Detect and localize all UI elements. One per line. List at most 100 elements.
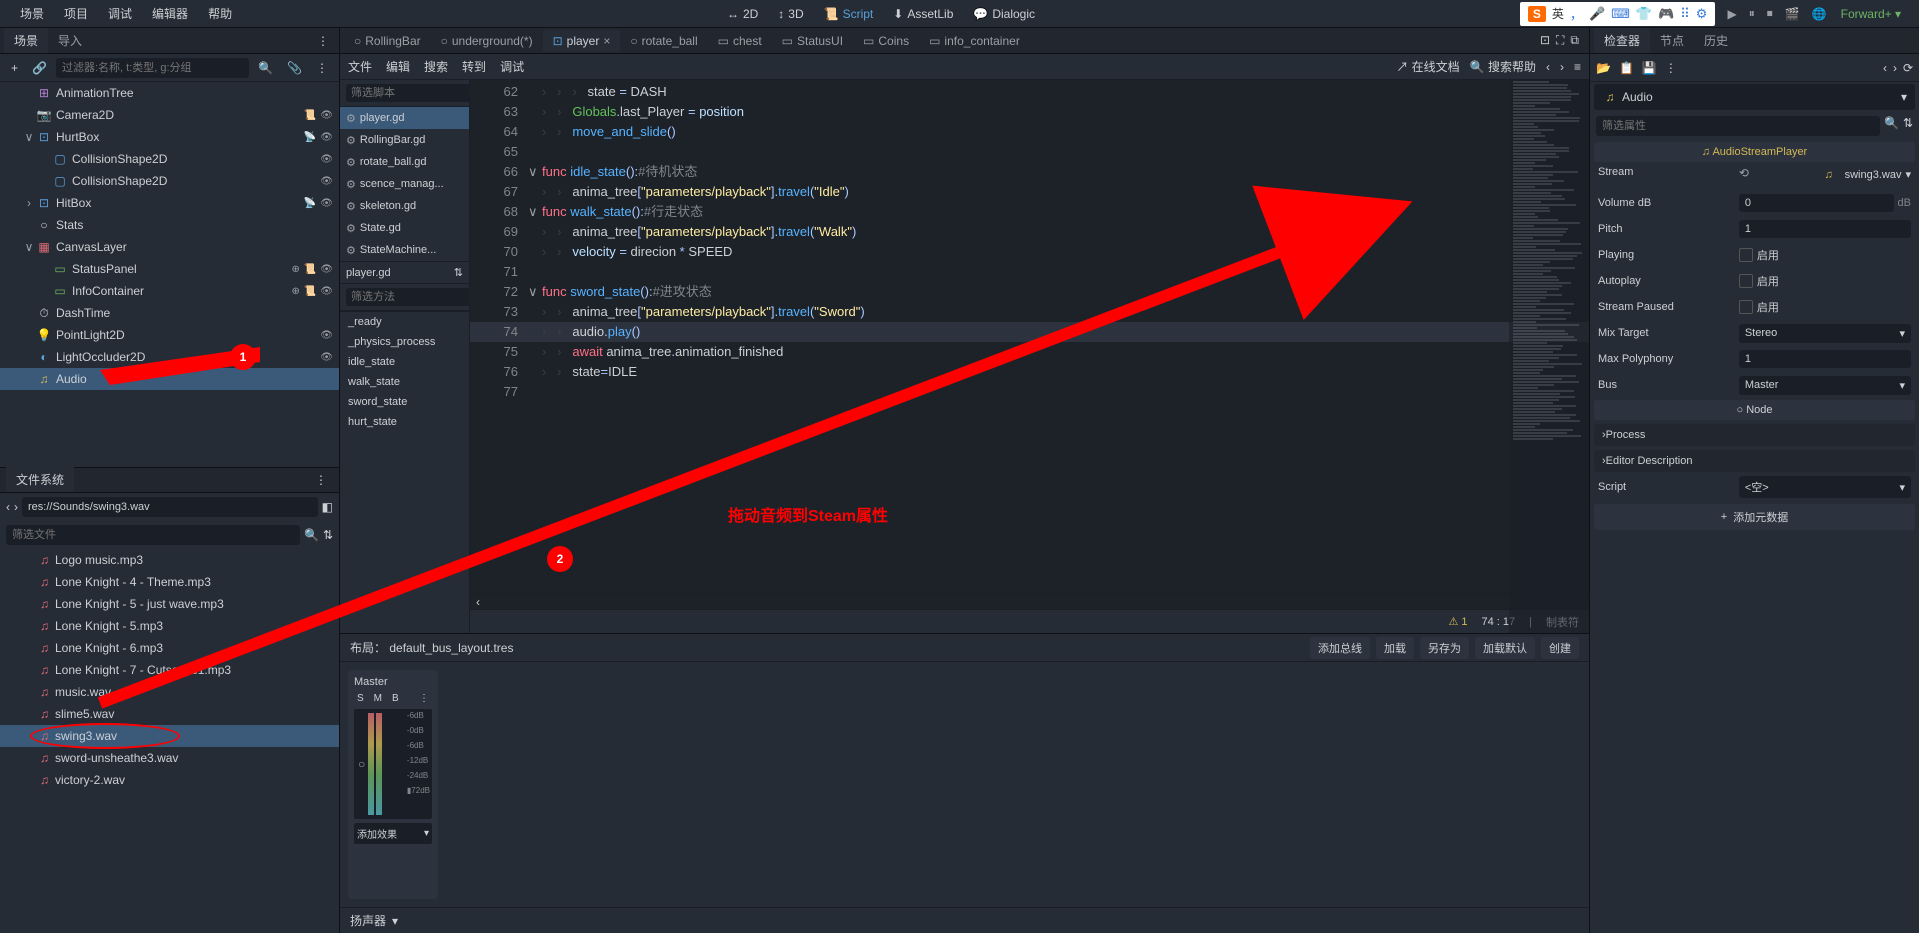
script-menu-edit[interactable]: 编辑 [386,58,410,75]
method-item[interactable]: _ready [340,312,469,332]
code-line[interactable]: 65 [470,142,1589,162]
file-row[interactable]: ♫Lone Knight - 6.mp3 [0,637,339,659]
more-icon[interactable]: ⋮ [311,58,333,78]
history-icon[interactable]: ⟳ [1903,61,1913,75]
tab-import[interactable]: 导入 [48,28,92,53]
play-button[interactable]: ▶ [1721,3,1742,25]
tree-node[interactable]: ⊞ AnimationTree [0,82,339,104]
collapse-editor-desc[interactable]: › Editor Description [1594,450,1915,472]
code-line[interactable]: 76› › state=IDLE [470,362,1589,382]
pause-button[interactable]: ⏸ [1743,2,1761,25]
code-line[interactable]: 68∨func walk_state():#行走状态 [470,202,1589,222]
file-row[interactable]: ♫Lone Knight - 7 - Cutscene1.mp3 [0,659,339,681]
reset-icon[interactable]: ⟲ [1739,166,1749,180]
load-default-button[interactable]: 加载默认 [1475,637,1535,659]
remote-button[interactable]: 🌐 [1806,3,1833,25]
inspector-filter-input[interactable] [1596,116,1880,136]
open-tab[interactable]: ▭Coins [853,30,919,52]
fs-forward-icon[interactable]: › [14,500,18,514]
bus-master[interactable]: Master S M B ⋮ ○ -6dB-0dB-6dB -12dB-24dB… [348,670,438,899]
code-line[interactable]: 64› › move_and_slide() [470,122,1589,142]
script-item[interactable]: ⚙RollingBar.gd [340,129,469,151]
script-item[interactable]: ⚙rotate_ball.gd [340,151,469,173]
open-tab[interactable]: ○underground(*) [431,30,543,52]
ime-widget[interactable]: S 英 ， 🎤 ⌨ 👕 🎮 ⠿ ⚙ [1520,2,1716,26]
inspector-breadcrumb[interactable]: ♫ Audio ▾ [1594,84,1915,110]
checkbox[interactable] [1739,300,1753,314]
open-tab[interactable]: ▭chest [708,30,772,52]
open-tab[interactable]: ○rotate_ball [620,30,707,52]
script-item[interactable]: ⚙StateMachine... [340,239,469,261]
load-bus-button[interactable]: 加载 [1376,637,1414,659]
tab-scene[interactable]: 场景 [4,28,48,53]
chevron-down-icon[interactable]: ▾ [392,914,398,928]
tree-node[interactable]: ▭ StatusPanel ⊕📜👁 [0,258,339,280]
file-row[interactable]: ♫sword-unsheathe3.wav [0,747,339,769]
method-item[interactable]: hurt_state [340,412,469,432]
expand-icon[interactable]: ⛶ [1556,33,1564,48]
tree-node[interactable]: ∨ ▦ CanvasLayer [0,236,339,258]
history-back-icon[interactable]: ‹ [1883,61,1887,75]
fs-toggle-icon[interactable]: ◧ [322,500,333,514]
fs-back-icon[interactable]: ‹ [6,500,10,514]
method-item[interactable]: _physics_process [340,332,469,352]
fs-menu-icon[interactable]: ⋮ [309,469,333,491]
search-icon[interactable]: 🔍 [253,58,278,78]
open-tab[interactable]: ○RollingBar [344,30,431,52]
checkbox[interactable] [1739,274,1753,288]
script-item[interactable]: ⚙skeleton.gd [340,195,469,217]
minimap[interactable] [1509,80,1589,633]
method-item[interactable]: walk_state [340,372,469,392]
sort-icon[interactable]: ⇅ [1903,116,1913,136]
tree-node[interactable]: ⏱ DashTime [0,302,339,324]
copy-icon[interactable]: 📋 [1619,61,1634,75]
create-bus-button[interactable]: 创建 [1541,637,1579,659]
save-icon[interactable]: 💾 [1642,61,1657,75]
tab-history[interactable]: 历史 [1694,28,1738,53]
code-line[interactable]: 66∨func idle_state():#待机状态 [470,162,1589,182]
open-tab[interactable]: ▭info_container [919,30,1030,52]
search-help-button[interactable]: 🔍 搜索帮助 [1470,58,1536,75]
search-icon[interactable]: 🔍 [1884,116,1899,136]
file-row[interactable]: ♫music.wav [0,681,339,703]
tree-node[interactable]: 📷 Camera2D 📜👁 [0,104,339,126]
warning-count[interactable]: ⚠ 1 [1448,615,1467,628]
collapse-process[interactable]: › Process [1594,424,1915,446]
open-tab[interactable]: ▭StatusUI [772,30,853,52]
tree-node[interactable]: ◐ LightOccluder2D 👁 [0,346,339,368]
script-item[interactable]: ⚙State.gd [340,217,469,239]
tab-inspector[interactable]: 检查器 [1594,28,1650,53]
panel-toggle-icon[interactable]: ≡ [1574,60,1581,74]
panel-menu-icon[interactable]: ⋮ [311,30,335,52]
code-line[interactable]: 71 [470,262,1589,282]
stop-button[interactable]: ⏹ [1761,2,1779,25]
tree-node[interactable]: › ⊡ HitBox 📡👁 [0,192,339,214]
file-row[interactable]: ♫Lone Knight - 5 - just wave.mp3 [0,593,339,615]
tree-node[interactable]: ○ Stats [0,214,339,236]
link-icon[interactable]: 🔗 [27,58,52,78]
script-item[interactable]: ⚙player.gd [340,107,469,129]
open-icon[interactable]: 📂 [1596,61,1611,75]
current-script[interactable]: player.gd⇅ [340,261,469,283]
saveas-bus-button[interactable]: 另存为 [1420,637,1469,659]
play-scene-button[interactable]: 🎬 [1779,3,1806,25]
mode-3d[interactable]: ↕3D [768,3,813,25]
code-line[interactable]: 67› › anima_tree["parameters/playback"].… [470,182,1589,202]
code-editor[interactable]: 62› › › state = DASH63› › Globals.last_P… [470,80,1589,633]
tree-node[interactable]: 💡 PointLight2D 👁 [0,324,339,346]
file-row[interactable]: ♫Logo music.mp3 [0,549,339,571]
float-icon[interactable]: ⧉ [1570,33,1579,48]
file-row[interactable]: ♫victory-2.wav [0,769,339,791]
prop-select[interactable]: Stereo▾ [1739,324,1911,343]
prop-select[interactable]: Master▾ [1739,376,1911,395]
add-node-icon[interactable]: + [6,58,23,78]
chevron-down-icon[interactable]: ▾ [1905,168,1911,181]
prop-input[interactable] [1739,194,1894,212]
method-item[interactable]: idle_state [340,352,469,372]
more-icon[interactable]: ⋮ [1665,61,1677,75]
mute-button[interactable]: M [371,692,385,705]
method-list[interactable]: _ready_physics_processidle_statewalk_sta… [340,311,469,432]
bypass-button[interactable]: B [389,692,402,705]
code-hscroll[interactable]: ‹ [470,593,1589,609]
prop-input[interactable] [1739,350,1911,368]
